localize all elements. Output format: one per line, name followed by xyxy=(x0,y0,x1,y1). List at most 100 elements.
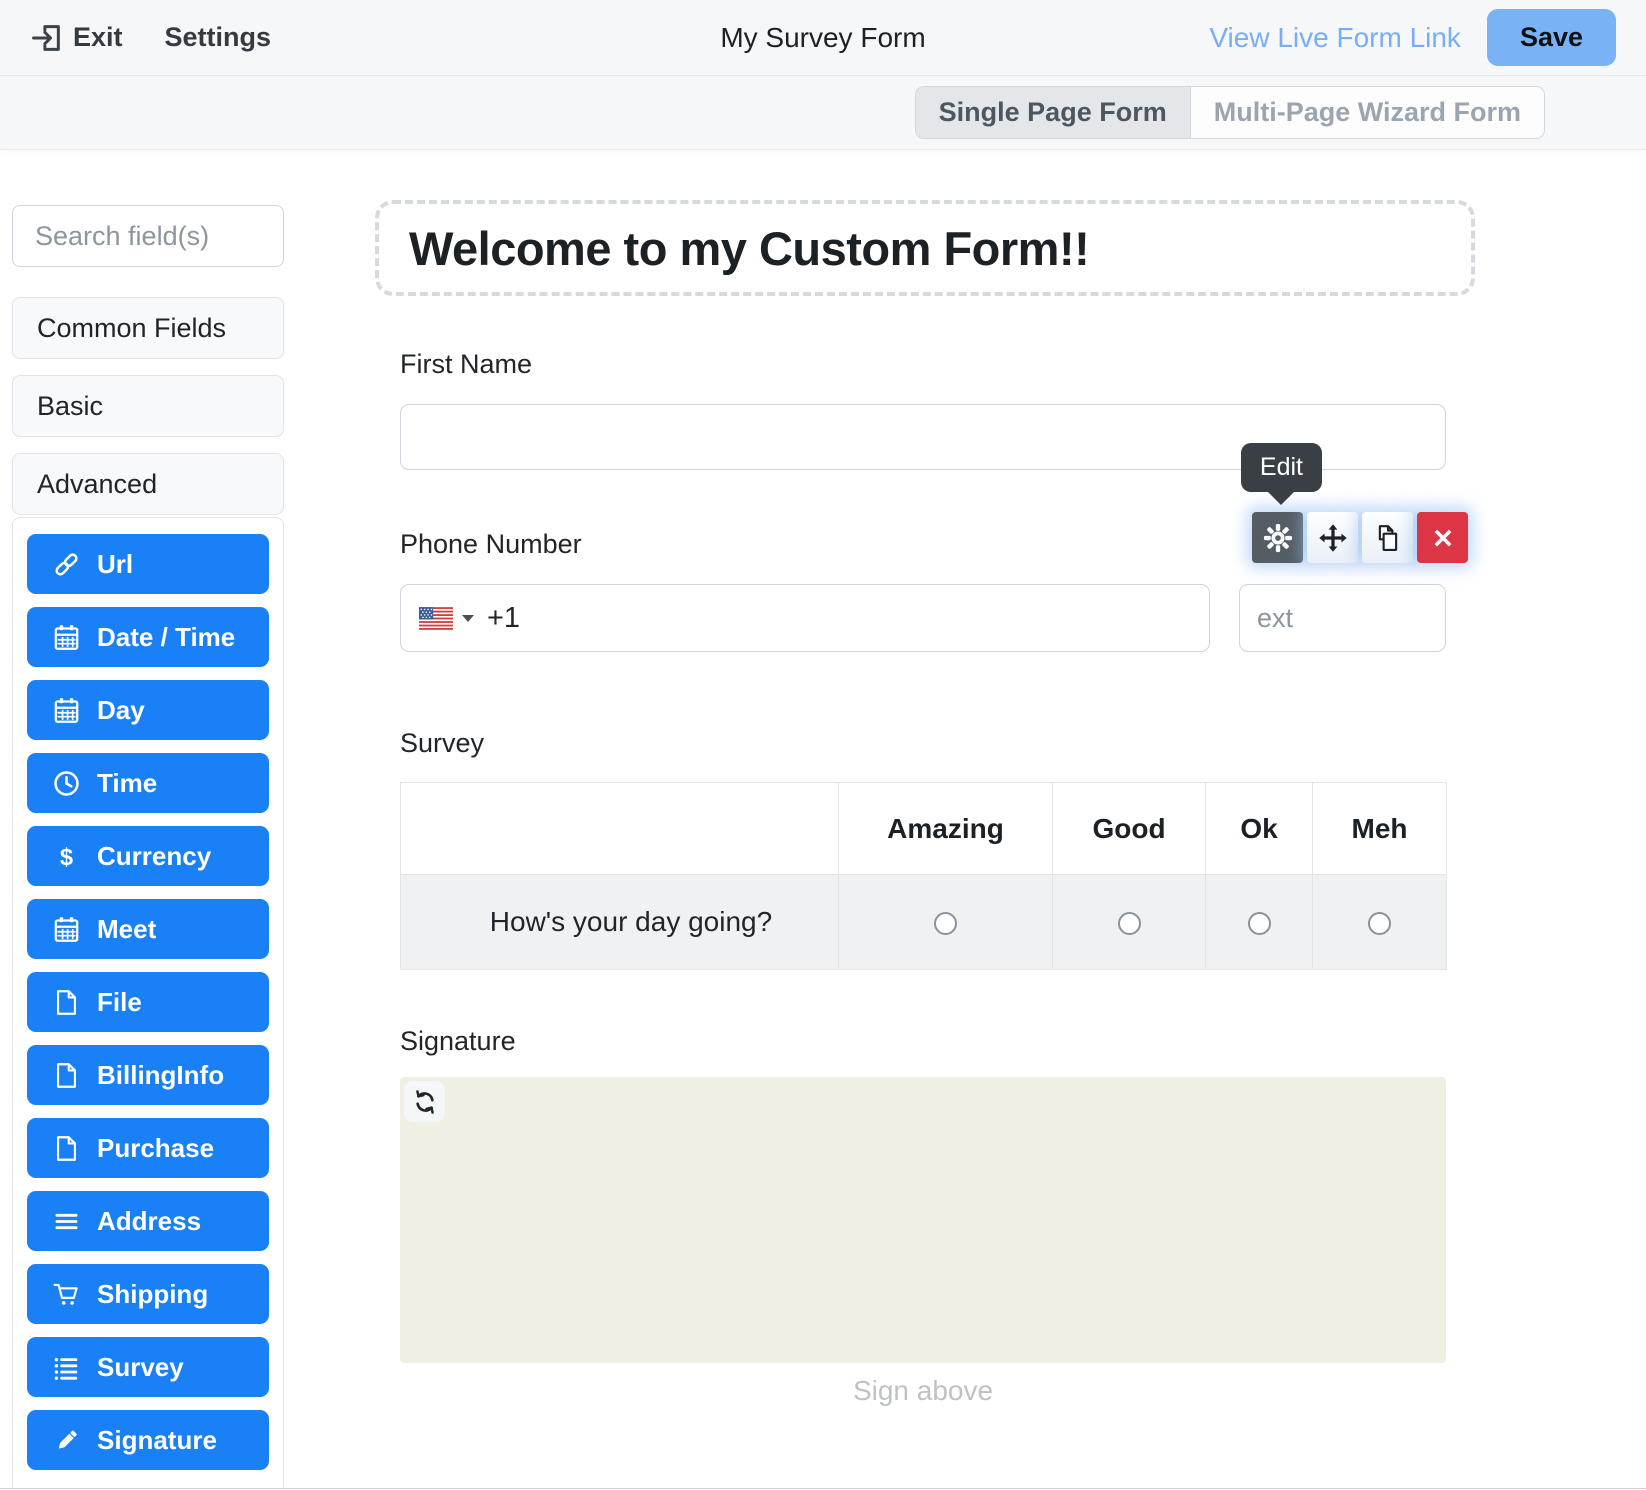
exit-button[interactable]: Exit xyxy=(30,21,123,55)
list-icon xyxy=(53,1354,80,1381)
survey-radio-amazing[interactable] xyxy=(934,912,957,935)
form-fields: First Name Edit xyxy=(400,348,1446,1407)
field-button-label: Signature xyxy=(97,1425,217,1456)
survey-option-cell-meh xyxy=(1313,875,1447,970)
survey-corner-cell xyxy=(401,783,839,875)
form-title-text: Welcome to my Custom Form!! xyxy=(409,221,1089,276)
delete-x-icon xyxy=(1428,523,1458,553)
survey-table-head: AmazingGoodOkMeh xyxy=(401,783,1447,875)
advanced-fields-panel: Url Date / Time Day Time $ Currency Meet File Bi… xyxy=(12,517,284,1488)
cart-icon xyxy=(53,1281,80,1308)
survey-radio-good[interactable] xyxy=(1118,912,1141,935)
dial-code: +1 xyxy=(487,602,520,635)
delete-field-button[interactable] xyxy=(1417,512,1468,563)
signature-pad[interactable] xyxy=(400,1077,1446,1363)
exit-label: Exit xyxy=(73,22,123,53)
calendar-icon xyxy=(53,916,80,943)
link-icon xyxy=(53,551,80,578)
sidebar-section-basic[interactable]: Basic xyxy=(12,375,284,437)
survey-table-body: How's your day going? xyxy=(401,875,1447,970)
sidebar-section-advanced[interactable]: Advanced xyxy=(12,453,284,515)
mode-toggle-bar: Single Page Form Multi-Page Wizard Form xyxy=(0,76,1646,150)
country-select[interactable] xyxy=(419,607,474,630)
file-icon xyxy=(53,1135,80,1162)
first-name-label: First Name xyxy=(400,348,1446,380)
survey-column-header-ok: Ok xyxy=(1206,783,1313,875)
edit-field-button[interactable] xyxy=(1252,512,1303,563)
sidebar-section-common-fields[interactable]: Common Fields xyxy=(12,297,284,359)
sign-above-hint: Sign above xyxy=(400,1375,1446,1407)
survey-row: How's your day going? xyxy=(401,875,1447,970)
field-button-label: Meet xyxy=(97,914,156,945)
survey-radio-ok[interactable] xyxy=(1248,912,1271,935)
signature-field: Signature Sign above xyxy=(400,1025,1446,1407)
field-button-date-time[interactable]: Date / Time xyxy=(27,607,269,667)
move-field-button[interactable] xyxy=(1307,512,1358,563)
calendar-icon xyxy=(53,624,80,651)
survey-field: Survey AmazingGoodOkMeh How's your day g… xyxy=(400,727,1446,970)
survey-column-header-meh: Meh xyxy=(1313,783,1447,875)
field-button-label: Purchase xyxy=(97,1133,214,1164)
clear-signature-button[interactable] xyxy=(404,1081,445,1122)
survey-question-cell: How's your day going? xyxy=(401,875,839,970)
field-button-billinginfo[interactable]: BillingInfo xyxy=(27,1045,269,1105)
file-icon xyxy=(53,989,80,1016)
top-bar: Exit Settings My Survey Form View Live F… xyxy=(0,0,1646,76)
field-button-currency[interactable]: $ Currency xyxy=(27,826,269,886)
page-mode-toggle: Single Page Form Multi-Page Wizard Form xyxy=(915,86,1545,139)
field-button-label: Shipping xyxy=(97,1279,208,1310)
settings-button[interactable]: Settings xyxy=(165,22,272,53)
field-button-address[interactable]: Address xyxy=(27,1191,269,1251)
top-bar-right: View Live Form Link Save xyxy=(1209,9,1616,66)
gear-icon xyxy=(1263,523,1293,553)
field-button-url[interactable]: Url xyxy=(27,534,269,594)
signature-label: Signature xyxy=(400,1025,1446,1057)
field-button-survey[interactable]: Survey xyxy=(27,1337,269,1397)
copy-field-button[interactable] xyxy=(1362,512,1413,563)
field-button-label: Time xyxy=(97,768,157,799)
box-arrow-in-right-icon xyxy=(30,21,64,55)
toggle-multi-page-wizard-form[interactable]: Multi-Page Wizard Form xyxy=(1191,87,1544,138)
survey-column-header-good: Good xyxy=(1053,783,1206,875)
survey-option-cell-ok xyxy=(1206,875,1313,970)
field-edit-toolbar xyxy=(1252,512,1468,563)
chevron-down-icon xyxy=(462,615,474,622)
phone-row: +1 xyxy=(400,584,1446,652)
field-button-file[interactable]: File xyxy=(27,972,269,1032)
survey-option-cell-amazing xyxy=(839,875,1053,970)
us-flag-icon xyxy=(419,607,453,630)
field-button-label: Currency xyxy=(97,841,211,872)
builder-content: Common Fields Basic Advanced Url Date / Tim… xyxy=(0,150,1646,1489)
form-title-block[interactable]: Welcome to my Custom Form!! xyxy=(375,200,1475,296)
field-button-purchase[interactable]: Purchase xyxy=(27,1118,269,1178)
field-palette-sidebar: Common Fields Basic Advanced Url Date / Tim… xyxy=(12,150,284,1488)
phone-ext-input[interactable] xyxy=(1239,584,1446,652)
survey-option-cell-good xyxy=(1053,875,1206,970)
survey-table: AmazingGoodOkMeh How's your day going? xyxy=(400,782,1447,970)
save-button[interactable]: Save xyxy=(1487,9,1616,66)
top-bar-left: Exit Settings xyxy=(30,21,271,55)
file-icon xyxy=(53,1062,80,1089)
dollar-icon: $ xyxy=(53,843,80,870)
survey-column-header-amazing: Amazing xyxy=(839,783,1053,875)
form-canvas: Welcome to my Custom Form!! First Name E… xyxy=(284,150,1646,1488)
field-button-label: File xyxy=(97,987,142,1018)
field-button-meet[interactable]: Meet xyxy=(27,899,269,959)
view-live-form-link[interactable]: View Live Form Link xyxy=(1209,22,1461,54)
toggle-single-page-form[interactable]: Single Page Form xyxy=(916,87,1191,138)
clock-icon xyxy=(53,770,80,797)
field-sections: Common Fields Basic Advanced xyxy=(12,297,284,517)
survey-radio-meh[interactable] xyxy=(1368,912,1391,935)
search-fields-input[interactable] xyxy=(12,205,284,267)
phone-number-input[interactable]: +1 xyxy=(400,584,1210,652)
move-icon xyxy=(1318,523,1348,553)
edit-tooltip: Edit xyxy=(1241,443,1322,492)
pencil-icon xyxy=(53,1427,80,1454)
field-button-label: Date / Time xyxy=(97,622,235,653)
survey-label: Survey xyxy=(400,727,1446,759)
field-button-signature[interactable]: Signature xyxy=(27,1410,269,1470)
field-button-day[interactable]: Day xyxy=(27,680,269,740)
field-button-label: Address xyxy=(97,1206,201,1237)
field-button-shipping[interactable]: Shipping xyxy=(27,1264,269,1324)
field-button-time[interactable]: Time xyxy=(27,753,269,813)
